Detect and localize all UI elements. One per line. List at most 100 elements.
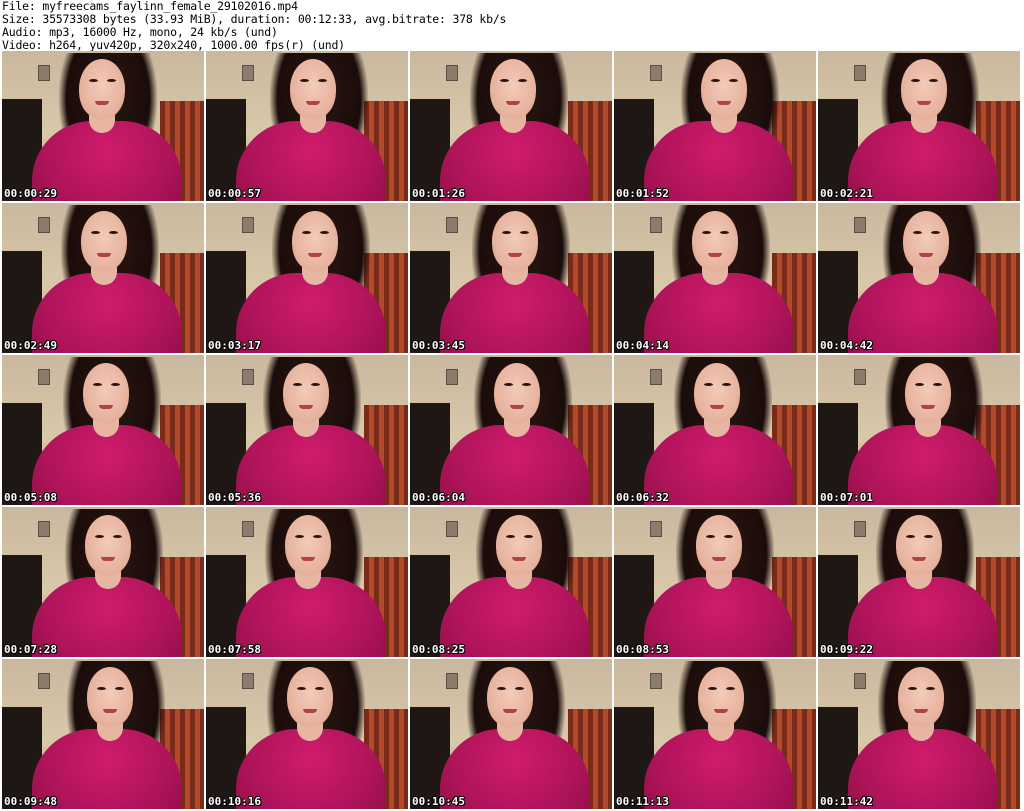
video-frame-thumbnail: 00:04:14 [614,203,816,353]
video-frame-thumbnail: 00:10:16 [206,659,408,809]
face [283,363,329,423]
eye [293,383,302,386]
lips [299,405,313,409]
eye [297,687,306,690]
frame-timestamp: 00:03:45 [412,339,465,352]
frame-timestamp: 00:06:32 [616,491,669,504]
video-frame-thumbnail: 00:06:04 [410,355,612,505]
video-frame-thumbnail: 00:07:01 [818,355,1020,505]
eye [524,535,533,538]
eye [520,231,529,234]
face [896,515,942,575]
wall-picture [650,217,662,233]
lips [303,709,317,713]
eye [931,231,940,234]
wall-picture [242,217,254,233]
eye [89,79,98,82]
eye [933,383,942,386]
frame-timestamp: 00:03:17 [208,339,261,352]
wall-picture [650,369,662,385]
face [292,211,338,271]
face [496,515,542,575]
eye [95,535,104,538]
video-frame-thumbnail: 00:01:26 [410,51,612,201]
video-frame-thumbnail: 00:05:36 [206,355,408,505]
face [79,59,125,119]
video-frame-thumbnail: 00:03:45 [410,203,612,353]
lips [919,253,933,257]
video-frame-thumbnail: 00:01:52 [614,51,816,201]
lips [717,101,731,105]
face [898,667,944,727]
frame-timestamp: 00:07:28 [4,643,57,656]
eye [500,79,509,82]
frame-timestamp: 00:05:36 [208,491,261,504]
eye [908,687,917,690]
video-frame-thumbnail: 00:04:42 [818,203,1020,353]
frame-timestamp: 00:06:04 [412,491,465,504]
face [490,59,536,119]
lips [503,709,517,713]
lips [99,405,113,409]
eye [302,231,311,234]
face [698,667,744,727]
face [287,667,333,727]
eye [313,535,322,538]
wall-picture [446,65,458,81]
eye [318,79,327,82]
lips [308,253,322,257]
frame-timestamp: 00:07:01 [820,491,873,504]
thumbnail-grid: 00:00:29 00:00:57 00:01:26 00:01:52 00:02:21… [2,51,1020,809]
lips [103,709,117,713]
face [487,667,533,727]
wall-picture [446,369,458,385]
video-frame-thumbnail: 00:00:57 [206,51,408,201]
frame-timestamp: 00:02:49 [4,339,57,352]
frame-timestamp: 00:04:14 [616,339,669,352]
eye [504,383,513,386]
eye [93,383,102,386]
wall-picture [854,217,866,233]
lips [506,101,520,105]
video-frame-thumbnail: 00:05:08 [2,355,204,505]
lips [912,557,926,561]
eye [926,687,935,690]
eye [724,535,733,538]
lips [921,405,935,409]
video-frame-thumbnail: 00:08:25 [410,507,612,657]
lips [97,253,111,257]
frame-timestamp: 00:00:29 [4,187,57,200]
wall-picture [650,65,662,81]
eye [708,687,717,690]
eye [97,687,106,690]
lips [917,101,931,105]
frame-timestamp: 00:11:13 [616,795,669,808]
frame-timestamp: 00:09:48 [4,795,57,808]
eye [726,687,735,690]
wall-picture [242,369,254,385]
face [701,59,747,119]
eye [706,535,715,538]
face [905,363,951,423]
audio-info-line: Audio: mp3, 16000 Hz, mono, 24 kb/s (und… [2,26,278,39]
frame-timestamp: 00:02:21 [820,187,873,200]
video-frame-thumbnail: 00:07:58 [206,507,408,657]
eye [311,383,320,386]
frame-timestamp: 00:08:25 [412,643,465,656]
lips [708,253,722,257]
face [83,363,129,423]
face [81,211,127,271]
video-frame-thumbnail: 00:00:29 [2,51,204,201]
eye [722,383,731,386]
face [290,59,336,119]
lips [712,557,726,561]
wall-picture [38,673,50,689]
wall-picture [446,521,458,537]
eye [300,79,309,82]
face [87,667,133,727]
face [285,515,331,575]
lips [508,253,522,257]
face [696,515,742,575]
video-frame-thumbnail: 00:10:45 [410,659,612,809]
wall-picture [854,521,866,537]
